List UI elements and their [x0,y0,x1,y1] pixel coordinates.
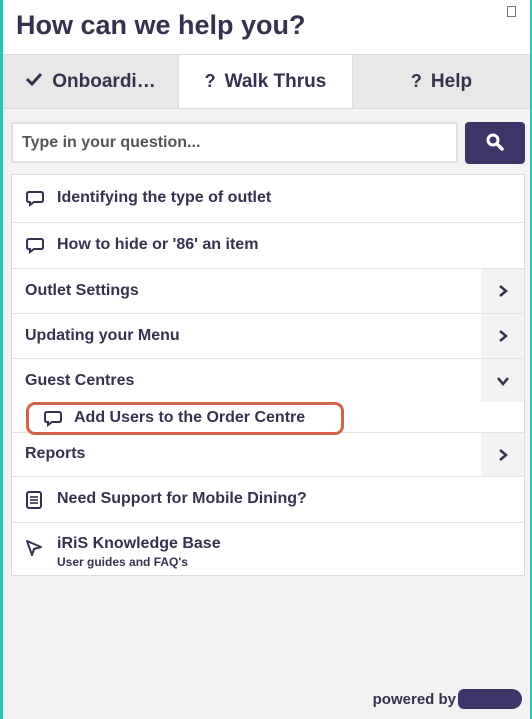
walkthrough-list: Identifying the type of outlet How to hi… [11,174,525,576]
close-icon[interactable] [507,6,516,17]
chevron-down-icon[interactable] [481,359,524,402]
list-item[interactable]: How to hide or '86' an item [12,223,524,269]
chevron-right-icon[interactable] [481,269,524,313]
list-item-add-users[interactable]: Add Users to the Order Centre [26,402,344,435]
section-label: Outlet Settings [25,282,139,299]
section-updating-menu[interactable]: Updating your Menu [12,314,524,359]
list-item[interactable]: Identifying the type of outlet [12,175,524,223]
powered-by-text: powered by [372,690,456,708]
chat-bubble-icon [43,410,63,433]
list-item[interactable]: Need Support for Mobile Dining? [12,477,524,523]
widget-header: How can we help you? [3,0,530,54]
chat-bubble-icon [25,237,45,260]
section-reports[interactable]: Reports [12,433,524,477]
help-widget-panel: How can we help you? Onboardi… ? Walk Th… [0,0,532,719]
list-item-label: Identifying the type of outlet [57,189,272,206]
section-label: Reports [25,445,86,462]
tab-help[interactable]: ? Help [353,55,530,108]
question-icon: ? [410,71,422,91]
powered-by-footer: powered by [373,688,522,710]
section-outlet-settings[interactable]: Outlet Settings [12,269,524,314]
tab-onboarding-label: Onboardi… [52,70,156,92]
search-input[interactable] [11,122,458,163]
chevron-right-icon[interactable] [481,314,524,358]
tab-walk-thrus-label: Walk Thrus [224,70,327,92]
document-icon [25,490,43,515]
section-label: Updating your Menu [25,327,180,344]
list-item-label: Need Support for Mobile Dining? [57,490,307,507]
list-item-label: iRiS Knowledge Base [57,535,221,552]
list-item-sublabel: User guides and FAQ's [57,555,188,569]
question-icon: ? [204,71,216,91]
chat-bubble-icon [25,190,45,213]
list-item[interactable]: iRiS Knowledge Base User guides and FAQ'… [12,523,524,576]
list-item-label: How to hide or '86' an item [57,236,259,253]
tab-bar: Onboardi… ? Walk Thrus ? Help [3,54,530,109]
checkmark-icon [25,71,43,92]
chevron-right-icon[interactable] [481,433,524,476]
section-label: Guest Centres [25,372,135,389]
cursor-icon [25,539,43,562]
tab-walk-thrus[interactable]: ? Walk Thrus [178,55,353,108]
tab-help-label: Help [430,70,473,92]
list-item-label: Add Users to the Order Centre [74,409,306,426]
search-bar [11,122,525,164]
brand-logo [458,689,522,709]
search-icon [486,133,504,154]
widget-title: How can we help you? [16,10,306,40]
search-button[interactable] [465,122,525,164]
tab-onboarding[interactable]: Onboardi… [3,55,178,108]
